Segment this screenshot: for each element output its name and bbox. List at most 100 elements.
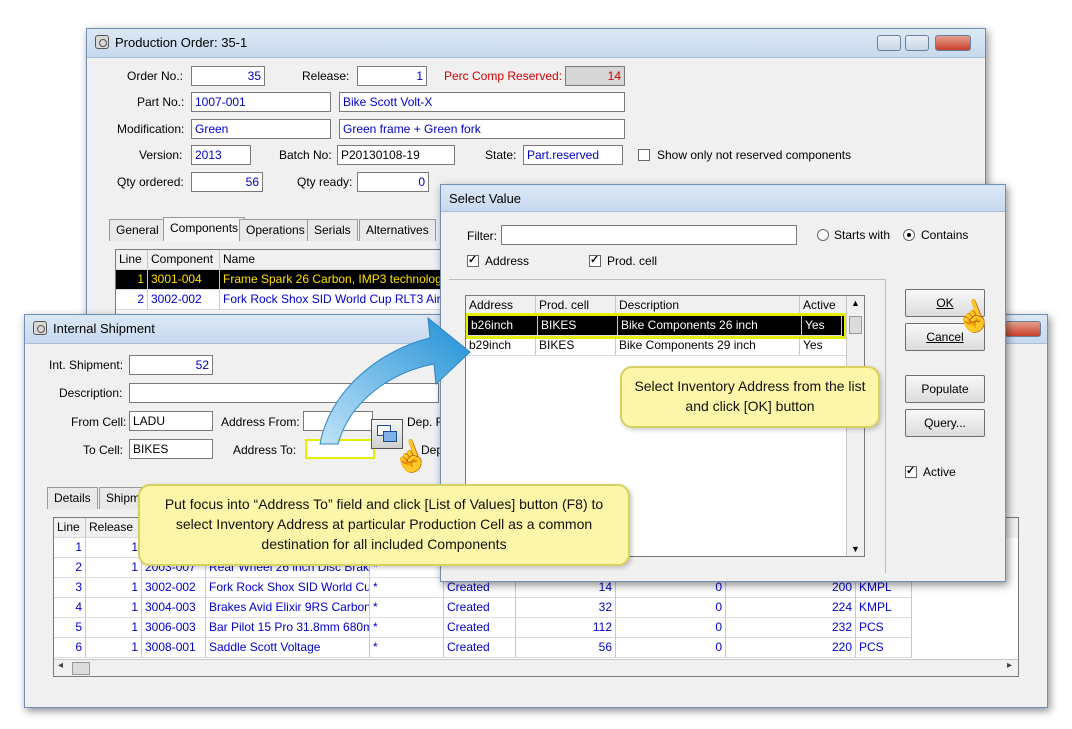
tab-serials[interactable]: Serials	[307, 219, 358, 241]
state-label: State:	[485, 148, 517, 162]
description-field[interactable]	[129, 383, 439, 403]
row-name: Brakes Avid Elixir 9RS Carbon,	[206, 598, 370, 618]
row-unit: KMPL	[856, 598, 912, 618]
focus-callout: Put focus into “Address To” field and cl…	[138, 484, 630, 566]
table-row[interactable]: 2 3002-002 Fork Rock Shox SID World Cup …	[116, 290, 444, 310]
tab-operations[interactable]: Operations	[239, 219, 312, 241]
modification-label: Modification:	[117, 122, 185, 136]
row-prod-cell: BIKES	[536, 336, 616, 356]
prod-cell-checkbox[interactable]	[589, 253, 601, 267]
row-release: 1	[86, 578, 142, 598]
col-description-header: Description	[616, 296, 800, 316]
row-star: *	[370, 598, 444, 618]
maximize-button[interactable]	[905, 35, 929, 51]
row-line: 4	[54, 598, 86, 618]
address-checkbox[interactable]	[467, 253, 479, 267]
table-row[interactable]: b29inch BIKES Bike Components 29 inch Ye…	[466, 336, 864, 356]
col-prod-cell-header: Prod. cell	[536, 296, 616, 316]
qty-ordered-field[interactable]: 56	[191, 172, 263, 192]
row-qty: 32	[516, 598, 616, 618]
row-line: 5	[54, 618, 86, 638]
from-cell-field[interactable]: LADU	[129, 411, 213, 431]
row-name: Frame Spark 26 Carbon, IMP3 technology	[220, 270, 444, 290]
row-star: *	[370, 578, 444, 598]
scroll-left-icon[interactable]: ◂	[58, 660, 63, 671]
table-row[interactable]: 5 1 3006-003 Bar Pilot 15 Pro 31.8mm 680mr *…	[54, 618, 1018, 638]
order-no-field[interactable]: 35	[191, 66, 265, 86]
close-button[interactable]	[935, 35, 971, 51]
int-shipment-field[interactable]: 52	[129, 355, 213, 375]
show-only-checkbox[interactable]	[638, 149, 650, 161]
scroll-thumb[interactable]	[849, 316, 862, 334]
scroll-down-icon[interactable]: ▼	[851, 544, 860, 554]
active-checkbox[interactable]	[905, 464, 917, 478]
row-qty: 56	[516, 638, 616, 658]
minimize-button[interactable]	[877, 35, 901, 51]
row-release: 1	[86, 598, 142, 618]
row-line: 6	[54, 638, 86, 658]
close-button[interactable]	[1005, 321, 1041, 337]
scroll-up-icon[interactable]: ▲	[851, 298, 860, 308]
version-field[interactable]: 2013	[191, 145, 251, 165]
col-address-header: Address	[466, 296, 536, 316]
batch-field[interactable]: P20130108-19	[337, 145, 455, 165]
row-num: 220	[726, 638, 856, 658]
row-line: 2	[116, 290, 148, 310]
active-label: Active	[923, 465, 956, 479]
query-button[interactable]: Query...	[905, 409, 985, 437]
tab-components[interactable]: Components	[163, 217, 246, 241]
row-state: Created	[444, 618, 516, 638]
col-active-header: Active	[800, 296, 848, 316]
row-reserved: 0	[616, 638, 726, 658]
row-reserved: 0	[616, 598, 726, 618]
row-component: 3008-001	[142, 638, 206, 658]
window-gear-icon	[33, 321, 47, 335]
contains-radio[interactable]	[903, 229, 915, 241]
row-release: 1	[86, 618, 142, 638]
populate-button[interactable]: Populate	[905, 375, 985, 403]
part-desc-field: Bike Scott Volt-X	[339, 92, 625, 112]
scroll-right-icon[interactable]: ▸	[1007, 660, 1012, 671]
release-field[interactable]: 1	[357, 66, 427, 86]
address-to-field[interactable]	[305, 439, 375, 459]
select-value-titlebar: Select Value	[441, 185, 1005, 212]
table-row[interactable]: 4 1 3004-003 Brakes Avid Elixir 9RS Carbon,…	[54, 598, 1018, 618]
perc-comp-label: Perc Comp Reserved:	[444, 69, 563, 83]
table-row[interactable]: b26inch BIKES Bike Components 26 inch Ye…	[466, 313, 847, 339]
row-component: 3002-002	[142, 578, 206, 598]
starts-with-label: Starts with	[834, 228, 891, 242]
grid-header: Address Prod. cell Description Active	[466, 296, 864, 316]
window-gear-icon	[95, 35, 109, 49]
tab-alternatives[interactable]: Alternatives	[359, 219, 436, 241]
row-release: 1	[86, 538, 142, 558]
part-no-field[interactable]: 1007-001	[191, 92, 331, 112]
filter-label: Filter:	[467, 229, 497, 243]
row-line: 2	[54, 558, 86, 578]
horizontal-scrollbar[interactable]: ◂ ▸	[54, 659, 1018, 676]
tab-general[interactable]: General	[109, 219, 166, 241]
row-release: 1	[86, 558, 142, 578]
modification-desc-field: Green frame + Green fork	[339, 119, 625, 139]
qty-ready-field[interactable]: 0	[357, 172, 429, 192]
description-label: Description:	[59, 386, 123, 400]
table-row[interactable]: 6 1 3008-001 Saddle Scott Voltage * Created 56…	[54, 638, 1018, 658]
tab-details[interactable]: Details	[47, 487, 98, 509]
filter-input[interactable]	[501, 225, 797, 245]
modification-field[interactable]: Green	[191, 119, 331, 139]
contains-label: Contains	[921, 228, 969, 242]
starts-with-radio[interactable]	[817, 229, 829, 241]
select-value-title: Select Value	[449, 191, 522, 206]
scroll-thumb[interactable]	[72, 662, 90, 675]
row-description: Bike Components 26 inch	[618, 316, 802, 336]
to-cell-field[interactable]: BIKES	[129, 439, 213, 459]
row-star: *	[370, 638, 444, 658]
table-row[interactable]: 1 3001-004 Frame Spark 26 Carbon, IMP3 t…	[116, 270, 444, 290]
address-from-field[interactable]	[303, 411, 373, 431]
dep-label-1: Dep. F	[407, 415, 444, 429]
row-unit: PCS	[856, 638, 912, 658]
part-no-label: Part No.:	[137, 95, 185, 109]
row-prod-cell: BIKES	[538, 316, 618, 336]
row-release: 1	[86, 638, 142, 658]
state-field: Part.reserved	[523, 145, 623, 165]
internal-shipment-title: Internal Shipment	[53, 321, 155, 336]
